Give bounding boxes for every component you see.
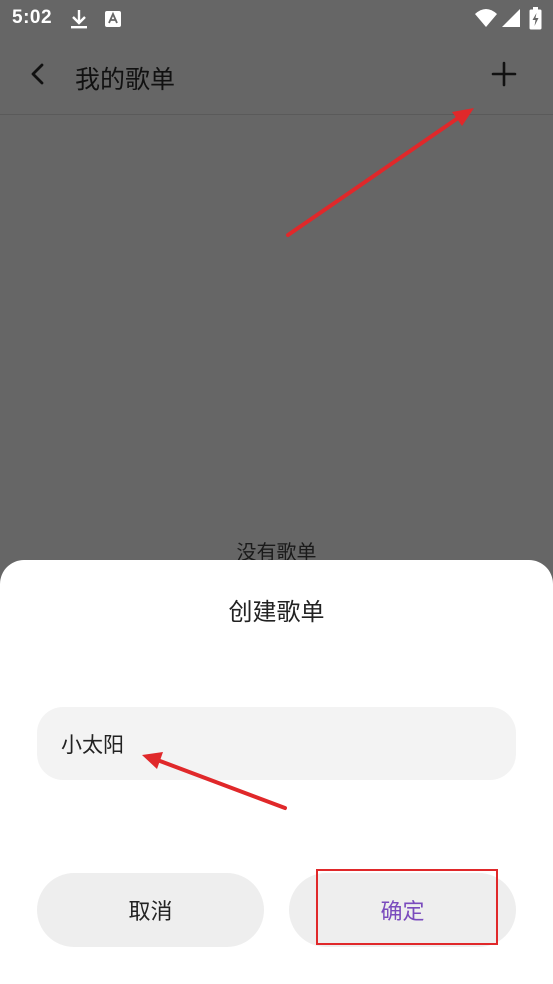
wifi-icon — [474, 7, 498, 33]
cancel-button[interactable]: 取消 — [37, 873, 264, 947]
back-arrow-icon — [28, 62, 48, 90]
screen: 5:02 我的歌单 没有歌单 创建歌单 小太阳 取消 确定 — [0, 0, 553, 984]
arrow-to-add-button — [286, 108, 474, 237]
battery-charging-icon — [529, 7, 542, 34]
playlist-name-input[interactable] — [37, 707, 516, 780]
back-button[interactable] — [20, 58, 56, 94]
text-app-icon — [104, 10, 122, 32]
add-playlist-button[interactable] — [484, 56, 524, 96]
status-time: 5:02 — [12, 7, 53, 28]
app-bar: 我的歌单 — [0, 38, 553, 115]
plus-icon — [491, 61, 517, 91]
confirm-button[interactable]: 确定 — [289, 873, 516, 947]
create-playlist-sheet: 创建歌单 取消 确定 — [0, 560, 553, 984]
download-icon — [68, 8, 90, 34]
cell-signal-icon — [501, 8, 521, 32]
sheet-title: 创建歌单 — [228, 598, 325, 626]
page-title: 我的歌单 — [75, 65, 176, 94]
status-bar: 5:02 — [0, 0, 553, 38]
